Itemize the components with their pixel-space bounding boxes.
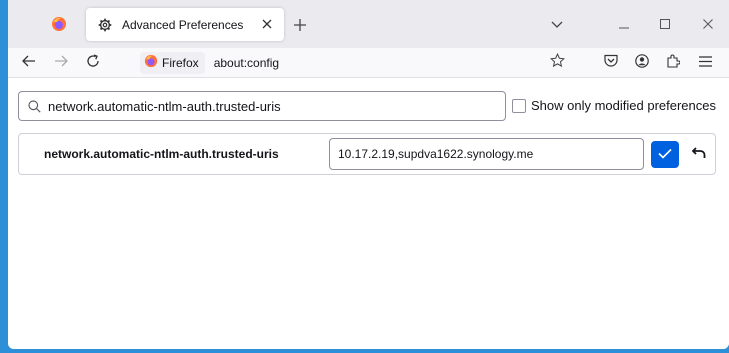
extensions-button[interactable] (662, 52, 684, 74)
menu-icon (698, 54, 712, 72)
close-tab-button[interactable] (256, 14, 278, 36)
tab-title: Advanced Preferences (122, 17, 244, 32)
firefox-view-button[interactable] (44, 14, 74, 38)
preference-row: network.automatic-ntlm-auth.trusted-uris… (18, 133, 716, 175)
navigation-toolbar: Firefox about:config (8, 48, 729, 78)
show-modified-label: Show only modified preferences (531, 98, 716, 113)
url-text[interactable]: about:config (214, 56, 279, 70)
back-button[interactable] (18, 52, 40, 74)
checkmark-icon (658, 146, 672, 164)
extensions-icon (666, 54, 681, 73)
about-config-page: network.automatic-ntlm-auth.trusted-uris… (8, 79, 729, 349)
app-menu-button[interactable] (694, 52, 716, 74)
show-modified-filter[interactable]: Show only modified preferences (512, 98, 716, 113)
new-tab-button[interactable] (289, 14, 311, 36)
save-preference-button[interactable] (651, 141, 679, 168)
list-all-tabs-button[interactable] (548, 16, 566, 34)
reload-icon (86, 53, 100, 73)
pocket-icon (604, 54, 618, 72)
maximize-icon (660, 16, 670, 32)
firefox-logo-icon (144, 54, 158, 73)
plus-icon (294, 15, 306, 36)
minimize-icon (619, 16, 629, 32)
account-icon (635, 53, 649, 73)
minimize-button[interactable] (612, 12, 636, 36)
browser-window: Advanced Preferences Firefox about:confi… (8, 0, 729, 349)
identity-box[interactable]: Firefox (140, 52, 205, 74)
tab-strip: Advanced Preferences (8, 0, 729, 48)
chevron-down-icon (551, 16, 563, 34)
preference-search-input[interactable]: network.automatic-ntlm-auth.trusted-uris (18, 91, 506, 121)
forward-button[interactable] (50, 52, 72, 74)
star-icon (549, 52, 565, 73)
show-modified-checkbox[interactable] (512, 98, 526, 113)
undo-icon (691, 146, 706, 164)
back-icon (22, 54, 36, 72)
firefox-view-icon (51, 16, 67, 37)
maximize-button[interactable] (653, 12, 677, 36)
bookmark-star-button[interactable] (548, 52, 566, 73)
forward-icon (54, 54, 68, 72)
tab-advanced-preferences[interactable]: Advanced Preferences (86, 8, 284, 41)
preference-name: network.automatic-ntlm-auth.trusted-uris (44, 147, 279, 161)
close-icon (262, 17, 272, 32)
gear-icon (97, 17, 113, 33)
url-bar[interactable]: Firefox about:config (140, 50, 574, 76)
account-button[interactable] (631, 52, 653, 74)
close-icon (703, 16, 713, 32)
search-input-value: network.automatic-ntlm-auth.trusted-uris (48, 98, 281, 114)
close-window-button[interactable] (696, 12, 720, 36)
pocket-button[interactable] (600, 52, 622, 74)
preference-value-input[interactable]: 10.17.2.19,supdva1622.synology.me (329, 138, 644, 170)
identity-label: Firefox (162, 56, 199, 70)
preference-value-text: 10.17.2.19,supdva1622.synology.me (338, 147, 534, 161)
reset-preference-button[interactable] (687, 141, 711, 168)
search-icon (27, 99, 41, 113)
reload-button[interactable] (82, 52, 104, 74)
